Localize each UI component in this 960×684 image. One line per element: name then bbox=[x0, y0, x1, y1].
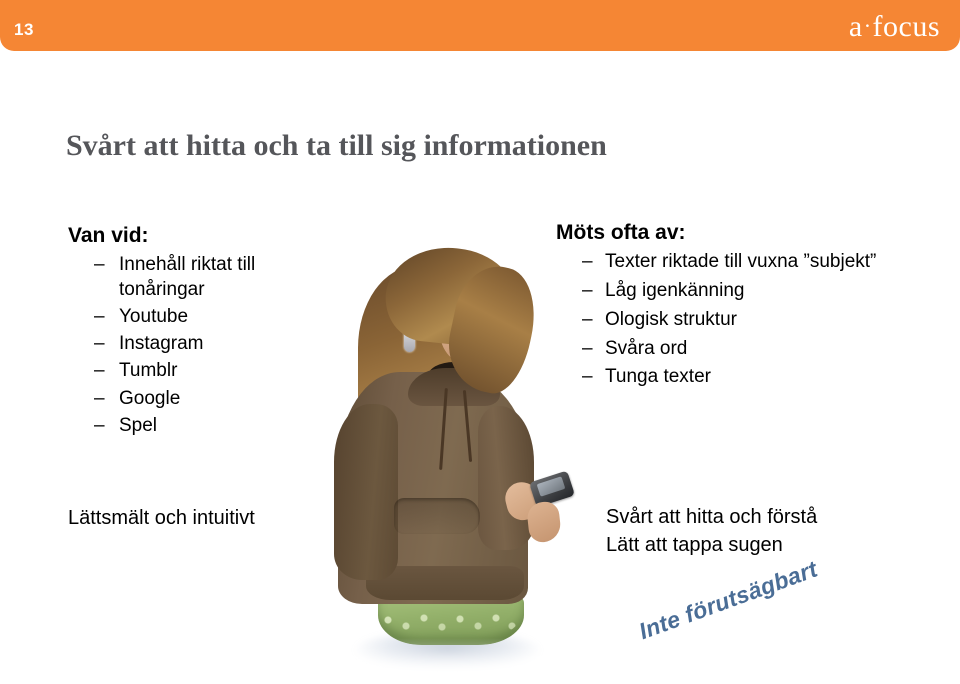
page-number: 13 bbox=[14, 20, 34, 39]
list-item-label: Tumblr bbox=[119, 360, 178, 382]
list-item: – Spel bbox=[68, 413, 330, 438]
photo-girl-with-phone bbox=[300, 220, 590, 684]
right-column-list: – Texter riktade till vuxna ”subjekt” – Lå… bbox=[556, 249, 886, 390]
list-item: – Svåra ord bbox=[556, 336, 886, 362]
logo-text-a: a bbox=[848, 10, 863, 43]
rotated-note-inte-forutsagbart: Inte förutsägbart bbox=[635, 555, 821, 645]
photo-skirt-lace bbox=[380, 612, 522, 638]
dash-bullet-icon: – bbox=[582, 337, 593, 359]
list-item-label: Instagram bbox=[119, 333, 204, 355]
photo-right-arm bbox=[478, 406, 534, 550]
dash-bullet-icon: – bbox=[94, 387, 105, 409]
list-item: – Google bbox=[68, 386, 330, 411]
list-item: – Ologisk struktur bbox=[556, 307, 886, 333]
dash-bullet-icon: – bbox=[582, 366, 593, 388]
photo-bottom-fade bbox=[300, 638, 590, 684]
photo-hoodie-pocket bbox=[394, 498, 480, 534]
list-item-label: Texter riktade till vuxna ”subjekt” bbox=[605, 251, 877, 273]
list-item-label: Ologisk struktur bbox=[605, 308, 737, 330]
list-item-label: Google bbox=[119, 387, 181, 409]
list-item-label: Låg igenkänning bbox=[605, 279, 745, 301]
brand-logo: a·focus bbox=[849, 12, 940, 42]
left-column: Van vid: – Innehåll riktat till tonåringa… bbox=[68, 224, 330, 438]
list-item-label: Tunga texter bbox=[605, 366, 711, 388]
right-column-caption: Svårt att hitta och förstå Lätt att tapp… bbox=[606, 503, 817, 560]
right-caption-line-2: Lätt att tappa sugen bbox=[606, 534, 783, 557]
slide: 13 a·focus Svårt att hitta och ta till s… bbox=[0, 0, 960, 684]
dash-bullet-icon: – bbox=[94, 254, 105, 276]
right-caption-line-1: Svårt att hitta och förstå bbox=[606, 506, 818, 528]
list-item: – Låg igenkänning bbox=[556, 278, 886, 304]
dash-bullet-icon: – bbox=[94, 414, 105, 436]
dash-bullet-icon: – bbox=[582, 251, 593, 273]
list-item: – Youtube bbox=[68, 304, 330, 329]
right-column-heading: Möts ofta av: bbox=[556, 221, 686, 244]
list-item: – Instagram bbox=[68, 331, 330, 356]
list-item-label: Spel bbox=[119, 414, 158, 436]
dash-bullet-icon: – bbox=[94, 360, 105, 382]
logo-text-focus: focus bbox=[872, 10, 940, 43]
list-item-label: Youtube bbox=[119, 306, 189, 328]
page-title: Svårt att hitta och ta till sig informat… bbox=[66, 129, 607, 163]
dash-bullet-icon: – bbox=[582, 308, 593, 330]
photo-left-arm bbox=[334, 404, 398, 580]
header-bar: 13 a·focus bbox=[0, 0, 960, 51]
dash-bullet-icon: – bbox=[94, 306, 105, 328]
left-column-list: – Innehåll riktat till tonåringar – Youtub… bbox=[68, 252, 330, 438]
dash-bullet-icon: – bbox=[582, 279, 593, 301]
list-item: – Texter riktade till vuxna ”subjekt” bbox=[556, 249, 886, 275]
right-column: Möts ofta av: – Texter riktade till vuxna… bbox=[556, 221, 886, 390]
logo-dot-icon: · bbox=[863, 13, 872, 38]
list-item: – Tunga texter bbox=[556, 364, 886, 390]
left-column-heading: Van vid: bbox=[68, 224, 149, 247]
list-item-label: Innehåll riktat till tonåringar bbox=[119, 254, 256, 301]
left-column-caption: Lättsmält och intuitivt bbox=[68, 507, 255, 529]
list-item: – Tumblr bbox=[68, 358, 330, 383]
photo-hand-right bbox=[525, 500, 563, 544]
list-item-label: Svåra ord bbox=[605, 337, 688, 359]
list-item: – Innehåll riktat till tonåringar bbox=[68, 252, 330, 302]
dash-bullet-icon: – bbox=[94, 333, 105, 355]
